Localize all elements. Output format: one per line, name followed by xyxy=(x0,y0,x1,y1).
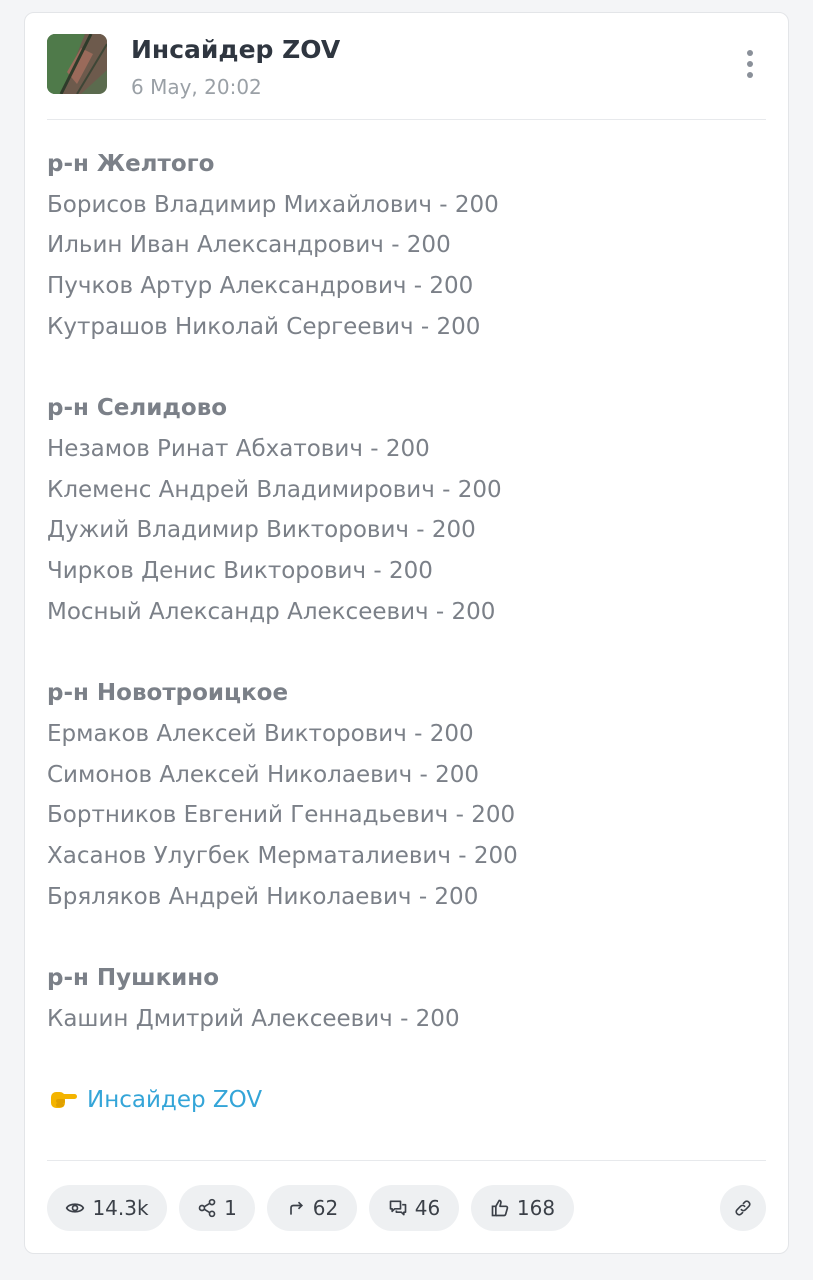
likes-count: 168 xyxy=(516,1196,556,1220)
pointing-hand-icon xyxy=(47,1083,79,1124)
list-item: Бортников Евгений Геннадьевич - 200 xyxy=(47,802,516,829)
views-count: 14.3k xyxy=(92,1196,149,1220)
region-heading: р-н Желтого xyxy=(47,151,215,177)
region-section: р-н Селидово Незамов Ринат Абхатович - 2… xyxy=(47,388,766,632)
avatar-image-icon xyxy=(47,34,107,94)
forward-button[interactable]: 62 xyxy=(267,1185,357,1231)
region-section: р-н Желтого Борисов Владимир Михайлович … xyxy=(47,144,766,348)
post-stats: 14.3k 1 62 46 168 xyxy=(47,1185,766,1233)
list-item: Кутрашов Николай Сергеевич - 200 xyxy=(47,313,481,340)
channel-avatar[interactable] xyxy=(47,34,107,94)
list-item: Бряляков Андрей Николаевич - 200 xyxy=(47,883,479,910)
post-body: р-н Желтого Борисов Владимир Михайлович … xyxy=(47,144,766,1124)
views-counter[interactable]: 14.3k xyxy=(47,1185,167,1231)
list-item: Клеменс Андрей Владимирович - 200 xyxy=(47,476,502,503)
list-item: Мосный Александр Алексеевич - 200 xyxy=(47,598,496,625)
list-item: Дужий Владимир Викторович - 200 xyxy=(47,517,476,544)
post-date: 6 May, 20:02 xyxy=(131,75,262,99)
share-button[interactable]: 1 xyxy=(179,1185,255,1231)
list-item: Незамов Ринат Абхатович - 200 xyxy=(47,435,430,462)
more-options-button[interactable] xyxy=(734,44,766,84)
header-divider xyxy=(47,119,766,120)
like-button[interactable]: 168 xyxy=(471,1185,574,1231)
shares-count: 1 xyxy=(224,1196,237,1220)
list-item: Ермаков Алексей Викторович - 200 xyxy=(47,720,474,747)
list-item: Чирков Денис Викторович - 200 xyxy=(47,558,433,585)
copy-link-button[interactable] xyxy=(720,1185,766,1231)
comments-count: 46 xyxy=(414,1196,441,1220)
comments-icon xyxy=(389,1200,407,1216)
list-item: Кашин Дмитрий Алексеевич - 200 xyxy=(47,1005,460,1032)
region-heading: р-н Селидово xyxy=(47,395,228,422)
channel-link[interactable]: Инсайдер ZOV xyxy=(87,1087,262,1113)
channel-title[interactable]: Инсайдер ZOV xyxy=(131,35,340,64)
list-item: Пучков Артур Александрович - 200 xyxy=(47,273,474,300)
list-item: Симонов Алексей Николаевич - 200 xyxy=(47,761,480,788)
link-icon xyxy=(735,1200,751,1216)
region-heading: р-н Новотроицкое xyxy=(47,680,289,707)
list-item: Борисов Владимир Михайлович - 200 xyxy=(47,191,499,218)
region-section: р-н Пушкино Кашин Дмитрий Алексеевич - 2… xyxy=(47,958,766,1039)
more-vertical-icon xyxy=(747,50,753,56)
list-item: Хасанов Улугбек Мерматалиевич - 200 xyxy=(47,842,518,869)
channel-link-row: Инсайдер ZOV xyxy=(47,1080,766,1124)
region-section: р-н Новотроицкое Ермаков Алексей Викторо… xyxy=(47,673,766,917)
post-card: Инсайдер ZOV 6 May, 20:02 р-н Желтого Бо… xyxy=(24,12,789,1254)
comments-button[interactable]: 46 xyxy=(369,1185,459,1231)
eye-icon xyxy=(66,1203,85,1213)
post-header: Инсайдер ZOV 6 May, 20:02 xyxy=(47,34,766,99)
footer-divider xyxy=(47,1160,766,1161)
list-item: Ильин Иван Александрович - 200 xyxy=(47,232,451,259)
region-heading: р-н Пушкино xyxy=(47,965,219,992)
forward-icon xyxy=(289,1201,303,1215)
share-icon xyxy=(198,1198,216,1218)
thumbs-up-icon xyxy=(491,1199,509,1217)
forwards-count: 62 xyxy=(312,1196,339,1220)
